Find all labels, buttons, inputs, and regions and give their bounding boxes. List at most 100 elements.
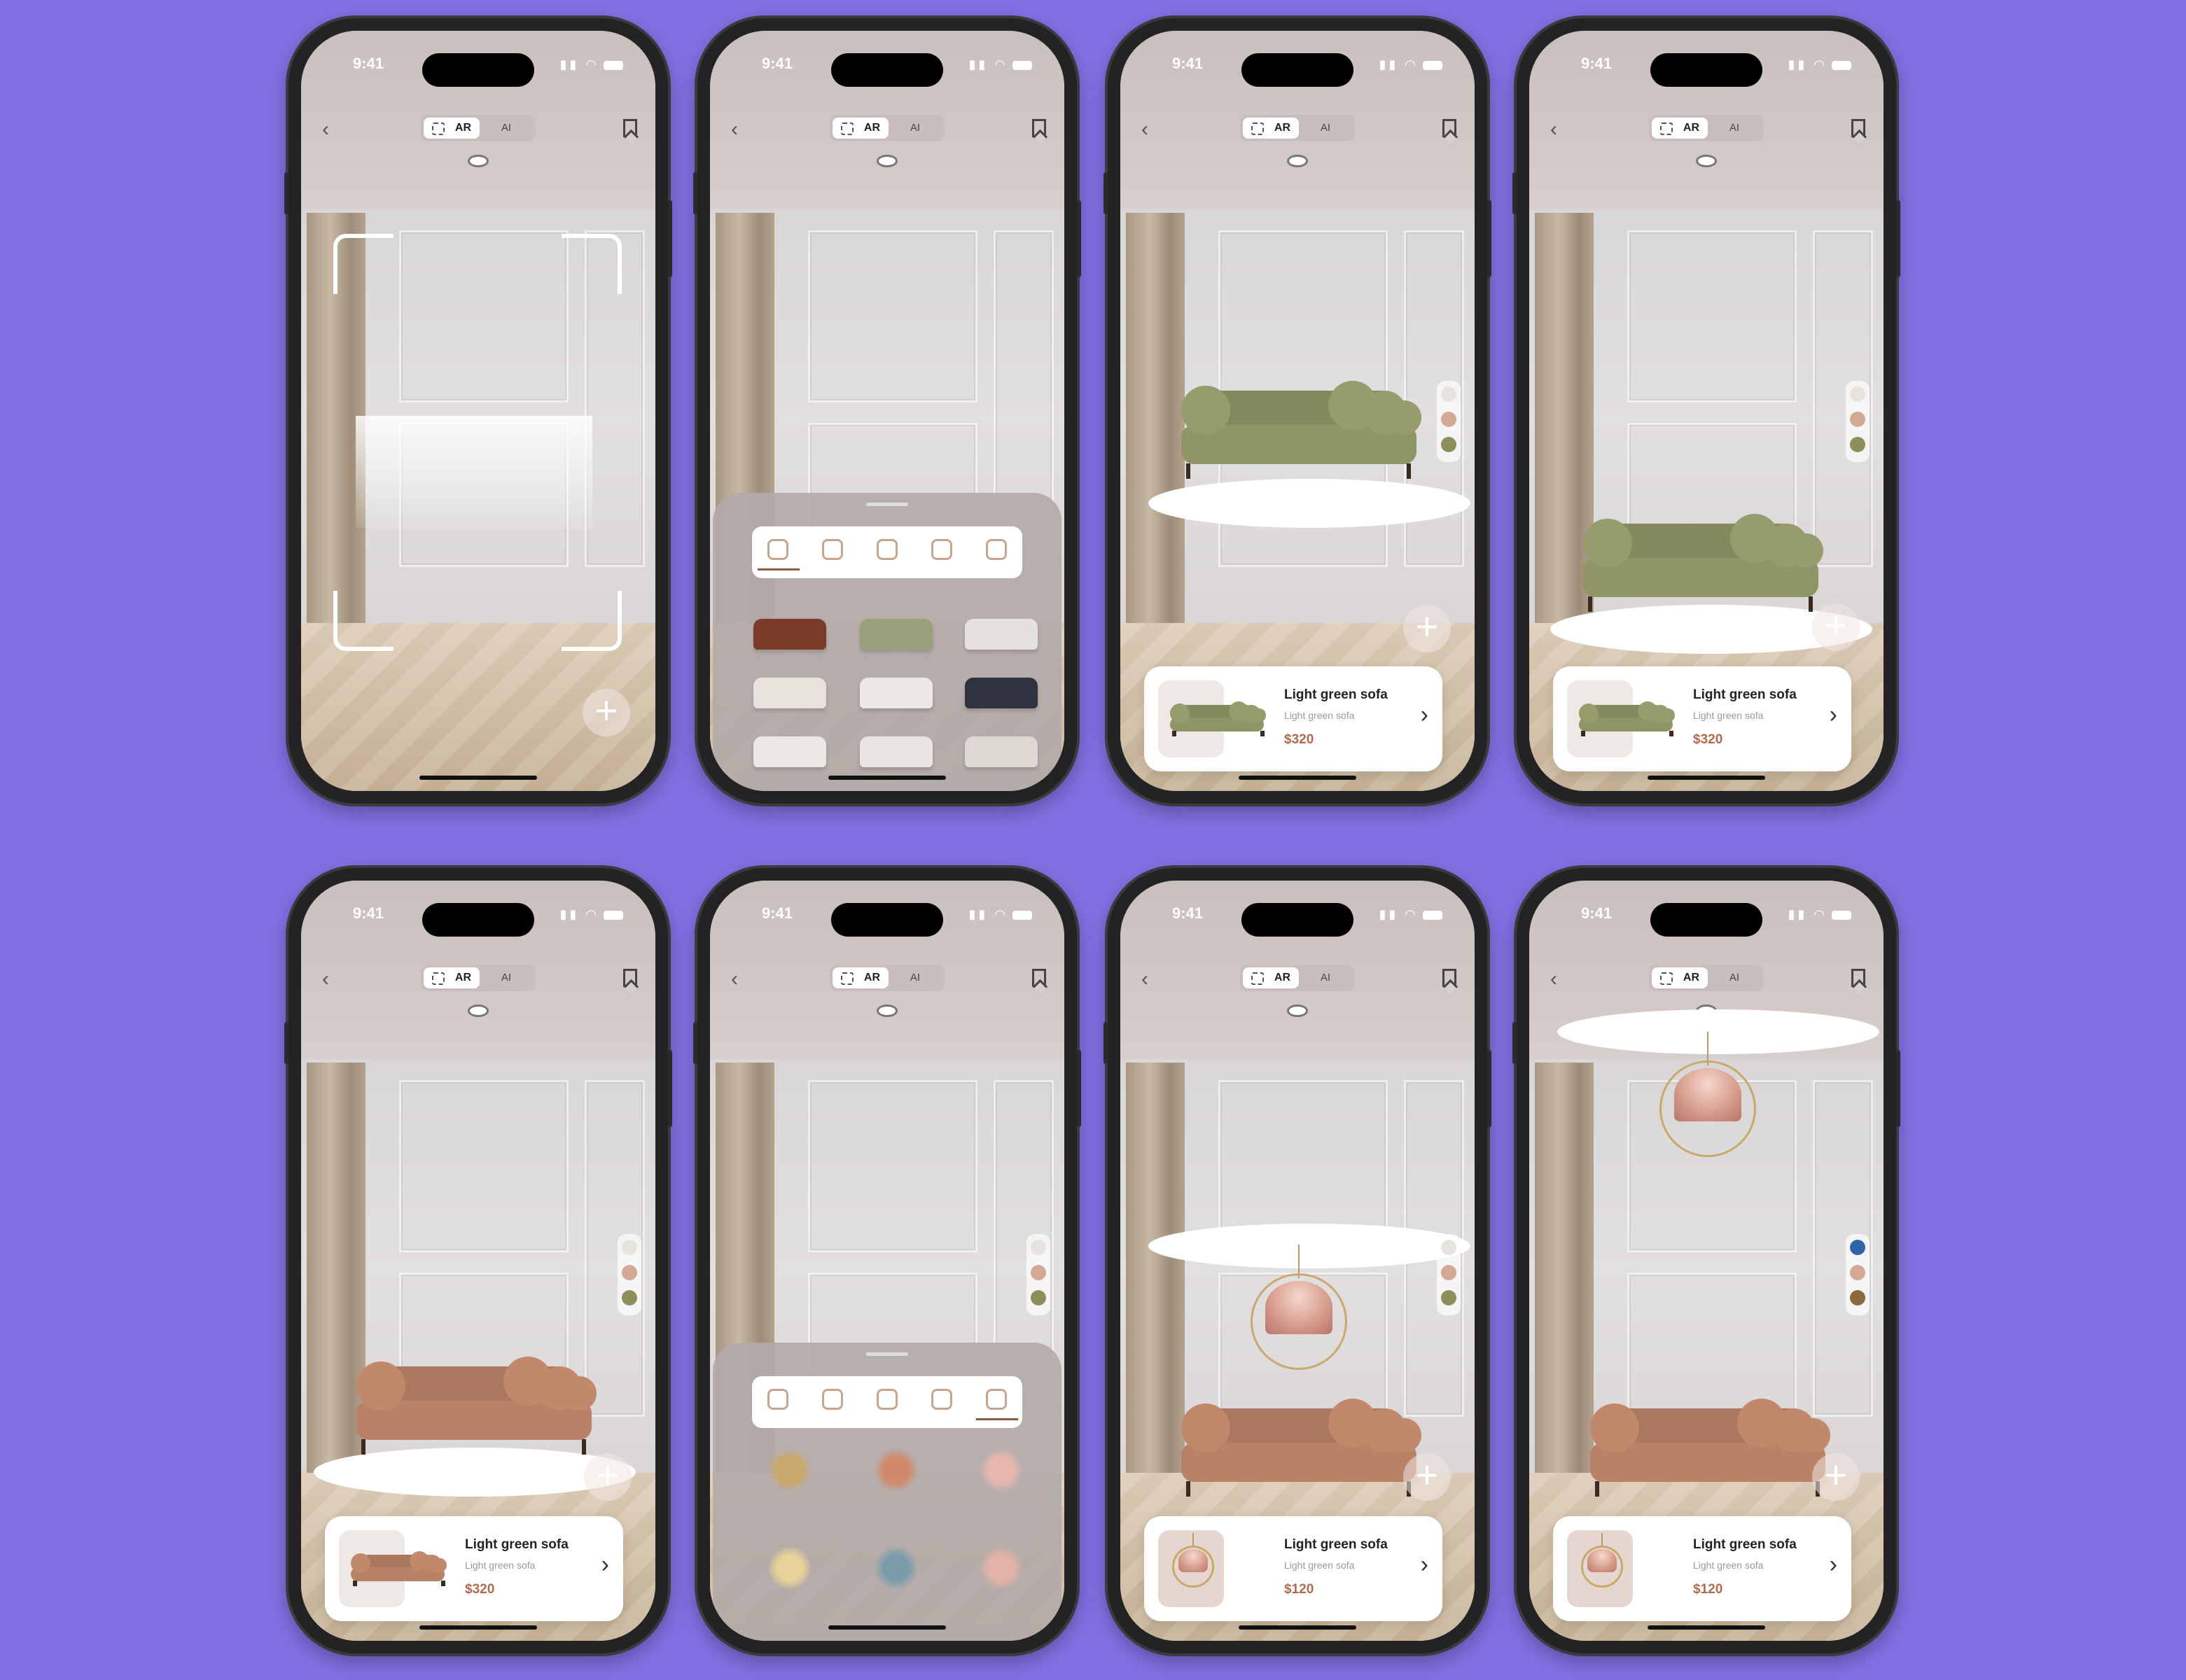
- color-swatch[interactable]: [1850, 1240, 1865, 1255]
- color-swatch[interactable]: [622, 1290, 637, 1306]
- color-swatch[interactable]: [1441, 1265, 1456, 1280]
- image-icon[interactable]: [822, 539, 843, 560]
- color-swatch[interactable]: [622, 1265, 637, 1280]
- paint-roller-icon[interactable]: [931, 1389, 952, 1410]
- sofa-icon[interactable]: [767, 1389, 788, 1410]
- sofa-model[interactable]: [1585, 1399, 1830, 1497]
- pendant-lamp-model[interactable]: [1659, 1032, 1756, 1158]
- color-swatch[interactable]: [1031, 1240, 1046, 1255]
- tab-ar[interactable]: AR: [1652, 118, 1708, 139]
- chevron-left-icon[interactable]: ‹: [1550, 118, 1557, 141]
- sofa-model[interactable]: [1168, 701, 1266, 736]
- chevron-left-icon[interactable]: ‹: [322, 967, 329, 991]
- catalog-item[interactable]: [874, 1448, 919, 1492]
- product-card[interactable]: Light green sofa Light green sofa $120 ›: [1144, 1516, 1442, 1621]
- bookmark-icon[interactable]: [1442, 119, 1456, 137]
- color-swatch[interactable]: [1441, 386, 1456, 402]
- chevron-left-icon[interactable]: ‹: [731, 967, 738, 991]
- sheet-grabber[interactable]: [866, 1352, 908, 1356]
- plus-icon[interactable]: +: [1403, 1453, 1451, 1501]
- product-card[interactable]: Light green sofa Light green sofa $320 ›: [1144, 666, 1442, 771]
- color-swatch[interactable]: [1031, 1290, 1046, 1306]
- tab-ai[interactable]: AI: [492, 118, 520, 139]
- sofa-icon[interactable]: [767, 539, 788, 560]
- bookmark-icon[interactable]: [1442, 969, 1456, 987]
- tab-ai[interactable]: AI: [492, 967, 520, 988]
- catalog-item[interactable]: [965, 619, 1038, 650]
- color-swatch[interactable]: [1850, 1265, 1865, 1280]
- paint-roller-icon[interactable]: [931, 539, 952, 560]
- chair-icon[interactable]: [877, 1389, 898, 1410]
- bookmark-icon[interactable]: [1032, 119, 1046, 137]
- pendant-lamp-model[interactable]: [1251, 1245, 1347, 1371]
- tab-ai[interactable]: AI: [901, 118, 929, 139]
- color-swatch[interactable]: [1441, 437, 1456, 452]
- catalog-item[interactable]: [753, 736, 826, 767]
- pendant-lamp-model[interactable]: [1581, 1533, 1623, 1588]
- sofa-model[interactable]: [1176, 381, 1421, 479]
- tab-ar[interactable]: AR: [424, 967, 480, 988]
- product-card[interactable]: Light green sofa Light green sofa $320 ›: [1553, 666, 1851, 771]
- chevron-left-icon[interactable]: ‹: [1550, 967, 1557, 991]
- plus-icon[interactable]: +: [1812, 603, 1860, 651]
- chevron-left-icon[interactable]: ‹: [1141, 967, 1148, 991]
- lamp-icon[interactable]: [986, 1389, 1007, 1410]
- catalog-item[interactable]: [753, 678, 826, 708]
- catalog-item[interactable]: [767, 1448, 812, 1492]
- color-swatch[interactable]: [1850, 412, 1865, 427]
- sofa-model[interactable]: [1176, 1399, 1421, 1497]
- plus-icon[interactable]: +: [1403, 605, 1451, 652]
- sofa-model[interactable]: [1578, 514, 1823, 612]
- catalog-item[interactable]: [965, 678, 1038, 708]
- chevron-right-icon[interactable]: ›: [601, 1551, 609, 1578]
- tab-ar[interactable]: AR: [1652, 967, 1708, 988]
- chair-icon[interactable]: [877, 539, 898, 560]
- sofa-model[interactable]: [351, 1357, 597, 1455]
- bookmark-icon[interactable]: [623, 119, 637, 137]
- tab-ai[interactable]: AI: [1720, 118, 1748, 139]
- sofa-model[interactable]: [349, 1551, 447, 1586]
- tab-ai[interactable]: AI: [1311, 118, 1339, 139]
- plus-icon[interactable]: +: [583, 689, 630, 736]
- color-swatch[interactable]: [1850, 386, 1865, 402]
- bookmark-icon[interactable]: [623, 969, 637, 987]
- image-icon[interactable]: [822, 1389, 843, 1410]
- color-swatch[interactable]: [1850, 1290, 1865, 1306]
- chevron-right-icon[interactable]: ›: [1830, 1551, 1837, 1578]
- catalog-item[interactable]: [753, 619, 826, 650]
- chevron-left-icon[interactable]: ‹: [731, 118, 738, 141]
- catalog-item[interactable]: [965, 736, 1038, 767]
- catalog-item[interactable]: [860, 736, 933, 767]
- sheet-grabber[interactable]: [866, 503, 908, 506]
- tab-ai[interactable]: AI: [901, 967, 929, 988]
- tab-ai[interactable]: AI: [1311, 967, 1339, 988]
- tab-ar[interactable]: AR: [424, 118, 480, 139]
- catalog-item[interactable]: [860, 678, 933, 708]
- catalog-item[interactable]: [874, 1546, 919, 1590]
- bookmark-icon[interactable]: [1851, 969, 1865, 987]
- color-swatch[interactable]: [1850, 437, 1865, 452]
- color-swatch[interactable]: [1441, 412, 1456, 427]
- plus-icon[interactable]: +: [584, 1453, 632, 1501]
- catalog-item[interactable]: [979, 1448, 1024, 1492]
- bookmark-icon[interactable]: [1032, 969, 1046, 987]
- plus-icon[interactable]: +: [1812, 1453, 1860, 1501]
- tab-ar[interactable]: AR: [1243, 118, 1299, 139]
- catalog-item[interactable]: [860, 619, 933, 650]
- lamp-icon[interactable]: [986, 539, 1007, 560]
- tab-ar[interactable]: AR: [833, 967, 889, 988]
- tab-ar[interactable]: AR: [1243, 967, 1299, 988]
- sofa-model[interactable]: [1577, 701, 1675, 736]
- color-swatch[interactable]: [622, 1240, 637, 1255]
- chevron-left-icon[interactable]: ‹: [322, 118, 329, 141]
- color-swatch[interactable]: [1441, 1240, 1456, 1255]
- chevron-right-icon[interactable]: ›: [1830, 701, 1837, 729]
- bookmark-icon[interactable]: [1851, 119, 1865, 137]
- chevron-left-icon[interactable]: ‹: [1141, 118, 1148, 141]
- chevron-right-icon[interactable]: ›: [1421, 701, 1428, 729]
- catalog-item[interactable]: [979, 1546, 1024, 1590]
- product-card[interactable]: Light green sofa Light green sofa $320 ›: [325, 1516, 623, 1621]
- tab-ai[interactable]: AI: [1720, 967, 1748, 988]
- chevron-right-icon[interactable]: ›: [1421, 1551, 1428, 1578]
- product-card[interactable]: Light green sofa Light green sofa $120 ›: [1553, 1516, 1851, 1621]
